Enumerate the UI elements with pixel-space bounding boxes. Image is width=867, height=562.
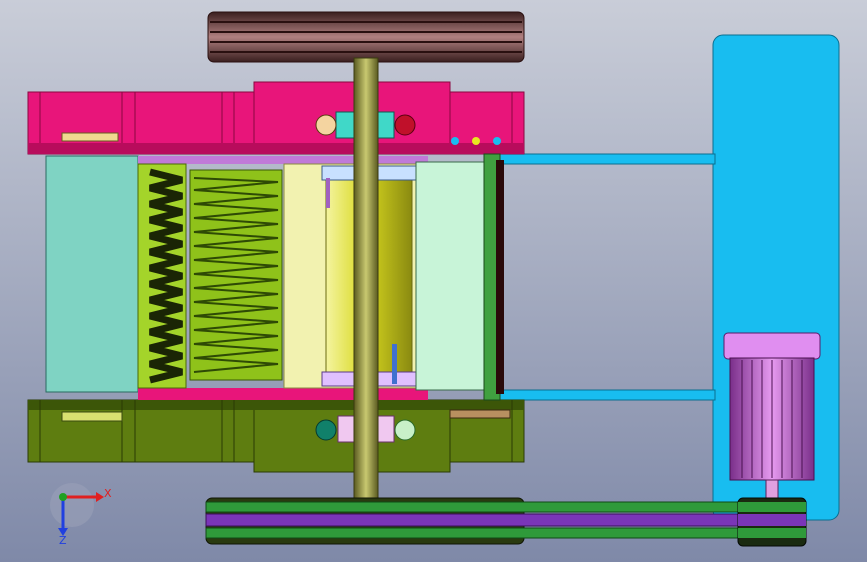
drive-belt[interactable] — [205, 501, 807, 539]
cad-viewport[interactable]: X Z — [0, 0, 867, 562]
right-bellows[interactable] — [189, 169, 283, 381]
side-panel[interactable] — [415, 153, 504, 401]
top-pulley[interactable] — [207, 11, 525, 63]
motor-pulley[interactable] — [737, 497, 807, 547]
axis-x-label: X — [104, 487, 112, 500]
axis-z-label: Z — [59, 534, 67, 547]
main-shaft[interactable] — [353, 57, 379, 501]
left-bellows[interactable] — [137, 163, 187, 389]
top-frame[interactable] — [27, 81, 525, 155]
base-frame[interactable] — [27, 399, 525, 473]
drive-motor[interactable] — [723, 332, 821, 501]
